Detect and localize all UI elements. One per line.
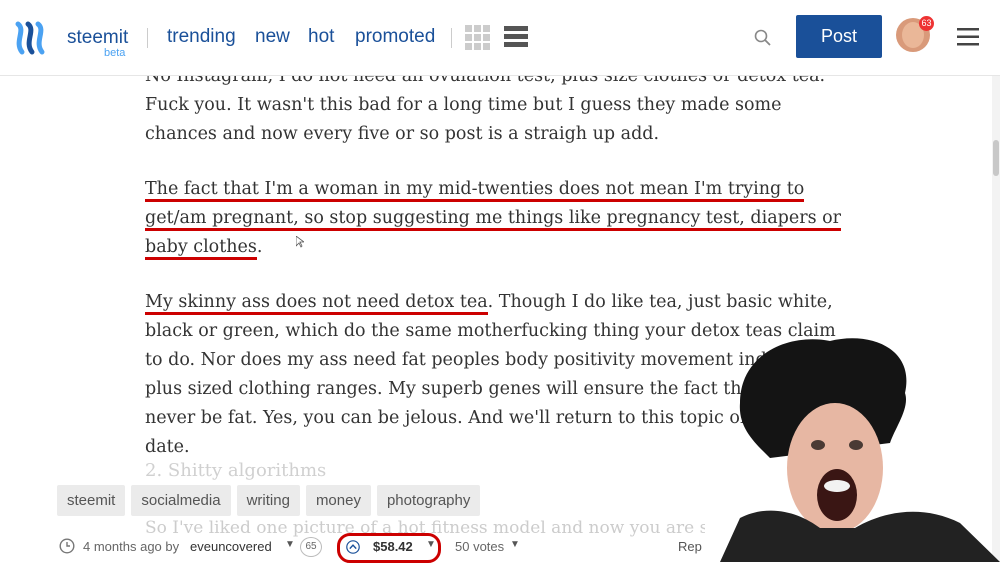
payout-value[interactable]: $58.42 [373,539,413,554]
tag-photography[interactable]: photography [376,485,481,516]
steemit-logo-icon[interactable] [14,20,50,56]
tag-money[interactable]: money [305,485,371,516]
beta-label: beta [104,47,126,59]
tag-steemit[interactable]: steemit [57,485,126,516]
top-navbar: steemit beta trending new hot promoted P… [0,0,1000,76]
reputation-badge: 65 [300,537,322,557]
tag-writing[interactable]: writing [236,485,300,516]
chevron-down-icon[interactable]: ▼ [510,539,520,550]
chevron-down-icon[interactable]: ▼ [285,539,295,550]
hamburger-menu-icon[interactable] [957,27,979,47]
nav-trending[interactable]: trending [167,26,236,48]
author-link[interactable]: eveuncovered [190,539,272,554]
votes-count[interactable]: 50 votes [455,539,504,554]
vote-payout-group: $58.42 ▼ [337,533,441,563]
divider [147,28,148,48]
mouse-cursor-icon [296,236,304,248]
grid-view-icon[interactable] [465,25,491,51]
section-heading: 2. Shitty algorithms [145,460,327,481]
upvote-icon[interactable] [346,540,360,554]
notification-badge: 63 [919,16,934,31]
divider [451,28,452,48]
post-time: 4 months ago by [83,539,180,554]
reply-link[interactable]: Rep [678,539,702,554]
clock-icon [59,538,75,554]
paragraph: The fact that I'm a woman in my mid-twen… [145,175,845,262]
list-view-icon[interactable] [504,25,528,49]
tag-socialmedia[interactable]: socialmedia [131,485,231,516]
highlighted-text: The fact that I'm a woman in my mid-twen… [145,179,842,260]
nav-promoted[interactable]: promoted [355,26,435,48]
post-button[interactable]: Post [796,15,882,58]
video-overlay-person [720,338,1000,562]
nav-hot[interactable]: hot [308,26,334,48]
search-icon[interactable] [754,29,772,47]
brand-name[interactable]: steemit [67,27,128,49]
nav-new[interactable]: new [255,26,290,48]
scrollbar-thumb[interactable] [993,140,999,176]
tag-list: steemit socialmedia writing money photograph… [57,485,486,516]
highlighted-text: My skinny ass does not need detox tea [145,292,488,315]
chevron-down-icon[interactable]: ▼ [426,539,436,550]
